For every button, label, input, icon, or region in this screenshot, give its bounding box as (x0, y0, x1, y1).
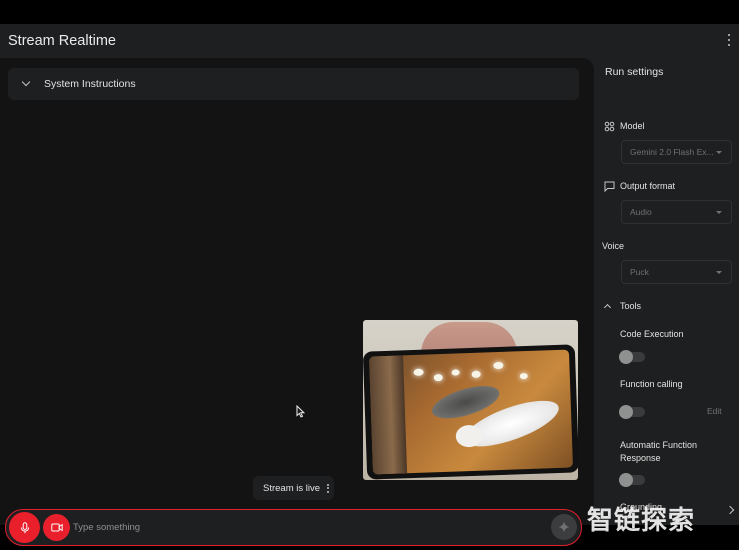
page-title: Stream Realtime (8, 33, 116, 49)
caret-down-icon (716, 151, 722, 154)
model-select[interactable]: Gemini 2.0 Flash Ex... (621, 140, 732, 164)
app-header: Stream Realtime (0, 24, 739, 58)
output-format-select-value: Audio (630, 207, 652, 217)
prompt-input[interactable] (73, 518, 533, 536)
microphone-button[interactable] (9, 512, 40, 543)
automatic-function-response-toggle[interactable] (619, 473, 645, 487)
more-options-icon[interactable] (727, 34, 731, 46)
light-spot (493, 361, 504, 370)
model-select-value: Gemini 2.0 Flash Ex... (630, 147, 714, 157)
model-icon (604, 121, 615, 132)
voice-select-value: Puck (630, 267, 649, 277)
tools-label: Tools (620, 301, 642, 311)
light-spot (451, 369, 460, 376)
caret-down-icon (716, 271, 722, 274)
light-spot (471, 370, 481, 378)
main-panel: System Instructions Stream is live Type … (0, 58, 594, 546)
function-calling-toggle[interactable] (619, 405, 645, 419)
light-spot (413, 368, 424, 376)
chevron-down-icon (21, 77, 31, 87)
model-label: Model (620, 121, 645, 131)
caret-down-icon (716, 211, 722, 214)
system-instructions-toggle[interactable]: System Instructions (8, 68, 579, 100)
chevron-right-icon[interactable] (725, 505, 735, 515)
toggle-knob (619, 473, 633, 487)
light-spot (519, 372, 528, 380)
phone-frame (363, 344, 578, 480)
automatic-function-response-label: Automatic Function Response (620, 440, 698, 463)
run-settings-panel: Run settings Model Gemini 2.0 Flash Ex..… (594, 58, 739, 525)
sparkle-icon (558, 521, 570, 533)
app-window: Stream Realtime System Instructions Stre… (0, 24, 739, 546)
stream-status-chip[interactable]: Stream is live (253, 476, 334, 500)
mouse-cursor-icon (296, 405, 305, 418)
prompt-composer (5, 509, 582, 546)
toggle-knob (619, 350, 633, 364)
voice-select[interactable]: Puck (621, 260, 732, 284)
more-options-icon[interactable] (326, 483, 329, 493)
camera-button[interactable] (43, 514, 70, 541)
code-execution-label: Code Execution (620, 329, 684, 339)
toggle-knob (619, 405, 633, 419)
output-format-label: Output format (620, 181, 676, 191)
chat-bubble-icon (604, 181, 615, 192)
phone-screen (369, 349, 573, 475)
output-format-select[interactable]: Audio (621, 200, 732, 224)
function-calling-label: Function calling (620, 379, 683, 389)
curtain-shape (369, 355, 408, 475)
run-button[interactable] (551, 514, 577, 540)
watermark: 智链探索 (587, 506, 696, 536)
light-spot (433, 373, 443, 382)
system-instructions-label: System Instructions (44, 78, 136, 90)
microphone-icon (20, 521, 29, 533)
video-camera-icon (50, 523, 63, 532)
chevron-up-icon[interactable] (603, 303, 612, 312)
stream-status-label: Stream is live (263, 482, 321, 494)
camera-preview (363, 320, 578, 480)
run-settings-title: Run settings (605, 66, 664, 78)
voice-label: Voice (602, 241, 625, 251)
code-execution-toggle[interactable] (619, 350, 645, 364)
function-calling-edit-link[interactable]: Edit (707, 406, 722, 416)
